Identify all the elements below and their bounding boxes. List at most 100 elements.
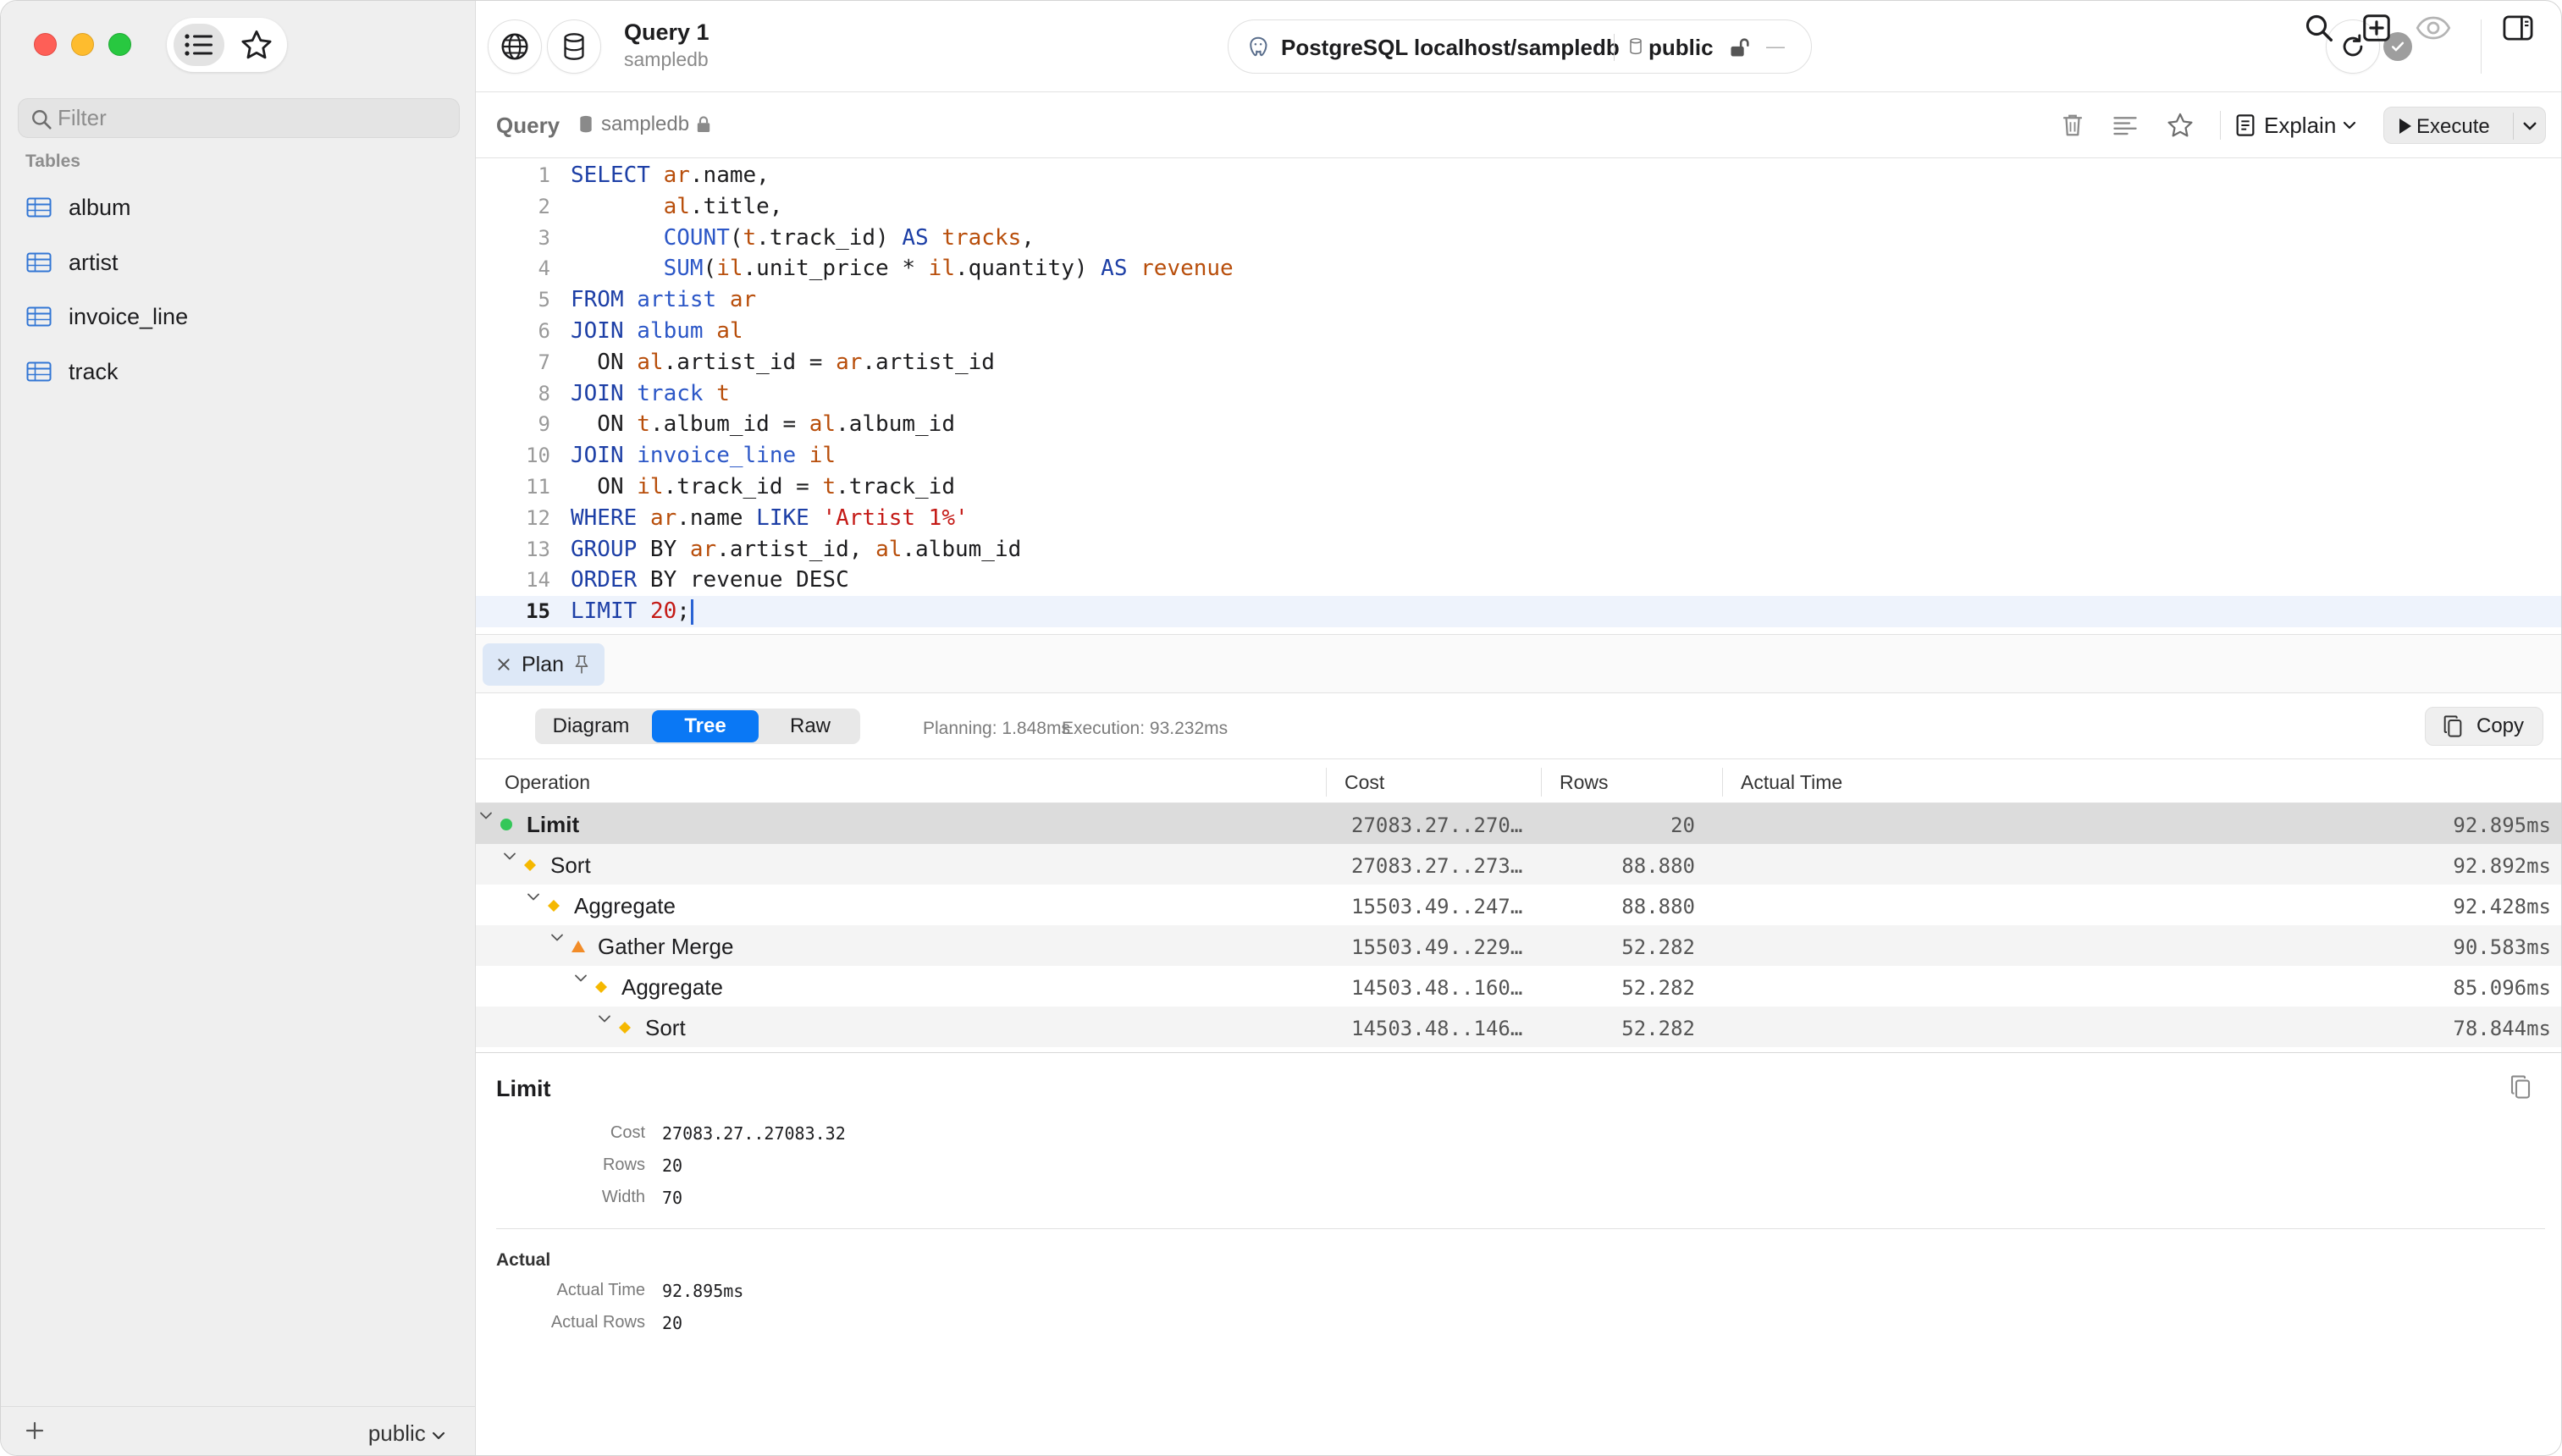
search-button[interactable]: [2294, 1, 2344, 55]
sql-editor[interactable]: 1 SELECT ar.name, 2 al.title, 3 COUNT(t.tra…: [476, 158, 2561, 634]
chevron-down-icon[interactable]: [479, 810, 493, 822]
connections-button[interactable]: [488, 19, 542, 74]
add-button[interactable]: [25, 1419, 45, 1444]
clear-button[interactable]: [2056, 109, 2090, 141]
rows-value: 88.880: [1621, 854, 1695, 878]
format-lines-icon: [2113, 117, 2137, 135]
list-view-button[interactable]: [174, 24, 224, 66]
property-value: 20: [662, 1313, 683, 1333]
connection-pill[interactable]: PostgreSQL localhost/sampledb public —: [1228, 19, 1812, 74]
warning-triangle-icon: [571, 940, 585, 952]
code-line[interactable]: 11 ON il.track_id = t.track_id: [476, 472, 2561, 503]
view-option-raw[interactable]: Raw: [762, 710, 859, 742]
column-separator[interactable]: [1541, 768, 1542, 797]
code-line[interactable]: 7 ON al.artist_id = ar.artist_id: [476, 347, 2561, 378]
preview-button[interactable]: [2409, 1, 2458, 55]
text-cursor: [690, 598, 693, 625]
zoom-window-button[interactable]: [108, 33, 131, 56]
divider: [496, 1228, 2545, 1229]
code-line[interactable]: 10 JOIN invoice_line il: [476, 440, 2561, 472]
column-separator[interactable]: [1722, 768, 1723, 797]
close-window-button[interactable]: [34, 33, 57, 56]
view-option-tree[interactable]: Tree: [652, 710, 759, 742]
line-number: 4: [538, 256, 550, 281]
search-icon: [32, 110, 52, 130]
code-line[interactable]: 15 LIMIT 20;: [476, 596, 2561, 628]
copy-plan-button[interactable]: Copy: [2425, 707, 2543, 746]
table-item-invoice-line[interactable]: invoice_line: [26, 295, 450, 338]
code-token: t: [637, 411, 650, 438]
code-line[interactable]: 1 SELECT ar.name,: [476, 160, 2561, 191]
chevron-down-icon[interactable]: [550, 932, 564, 944]
chevron-down-icon[interactable]: [598, 1013, 611, 1025]
copy-detail-button[interactable]: [2510, 1074, 2532, 1104]
view-option-diagram[interactable]: Diagram: [537, 710, 645, 742]
favorite-query-button[interactable]: [2163, 109, 2197, 141]
column-header-rows[interactable]: Rows: [1560, 771, 1609, 794]
line-number: 1: [538, 163, 550, 187]
toggle-inspector-button[interactable]: [2493, 1, 2543, 55]
format-button[interactable]: [2108, 109, 2142, 141]
favorites-button[interactable]: [233, 24, 280, 66]
plus-square-icon: [2363, 14, 2390, 41]
plan-row[interactable]: Sort 14503.48..146… 52.282 78.844ms: [476, 1007, 2561, 1047]
chevron-down-icon[interactable]: [2521, 116, 2538, 136]
code-token: artist: [637, 287, 717, 313]
code-token: JOIN: [571, 318, 624, 344]
code-line[interactable]: 4 SUM(il.unit_price * il.quantity) AS re…: [476, 253, 2561, 284]
table-item-track[interactable]: track: [26, 350, 450, 393]
code-line[interactable]: 13 GROUP BY ar.artist_id, al.album_id: [476, 534, 2561, 565]
plan-row[interactable]: Gather Merge 15503.49..229… 52.282 90.583ms: [476, 925, 2561, 966]
document-icon: [2236, 114, 2255, 136]
code-line[interactable]: 8 JOIN track t: [476, 378, 2561, 410]
chevron-down-icon: [432, 1431, 445, 1440]
app-window: Tables albumartistinvoice_linetrack publ…: [0, 0, 2562, 1456]
tab-plan[interactable]: Plan: [483, 643, 605, 686]
code-text: JOIN album al: [571, 316, 743, 347]
line-number: 9: [538, 412, 550, 437]
code-token: 'Artist 1%': [822, 505, 969, 531]
table-item-artist[interactable]: artist: [26, 241, 450, 284]
rows-value: 20: [1670, 813, 1695, 837]
code-token: t: [822, 474, 837, 499]
code-line[interactable]: 5 FROM artist ar: [476, 284, 2561, 316]
database-button[interactable]: [547, 19, 601, 74]
pin-icon[interactable]: [574, 654, 589, 675]
new-tab-button[interactable]: [2352, 1, 2401, 55]
code-line[interactable]: 2 al.title,: [476, 191, 2561, 223]
schema-selector[interactable]: public: [368, 1420, 445, 1447]
chevron-down-icon[interactable]: [503, 851, 516, 863]
table-item-album[interactable]: album: [26, 186, 450, 229]
explain-button[interactable]: Explain: [2235, 108, 2356, 143]
table-item-label: artist: [69, 249, 119, 275]
code-line[interactable]: 12 WHERE ar.name LIKE 'Artist 1%': [476, 503, 2561, 534]
chevron-down-icon[interactable]: [527, 891, 540, 903]
chevron-down-icon[interactable]: [574, 973, 588, 984]
header-divider: [2220, 111, 2221, 140]
code-line[interactable]: 6 JOIN album al: [476, 316, 2561, 347]
close-icon[interactable]: [496, 657, 511, 672]
column-separator[interactable]: [1326, 768, 1327, 797]
plan-row[interactable]: Sort 27083.27..273… 88.880 92.892ms: [476, 844, 2561, 885]
plan-row[interactable]: Aggregate 14503.48..160… 52.282 85.096ms: [476, 966, 2561, 1007]
column-header-actual-time[interactable]: Actual Time: [1741, 771, 1842, 794]
code-line[interactable]: 9 ON t.album_id = al.album_id: [476, 409, 2561, 440]
plus-icon: [25, 1421, 44, 1440]
column-header-cost[interactable]: Cost: [1344, 771, 1384, 794]
minimize-window-button[interactable]: [71, 33, 94, 56]
code-line[interactable]: 14 ORDER BY revenue DESC: [476, 565, 2561, 596]
filter-input[interactable]: [58, 99, 447, 137]
filter-field: [18, 98, 460, 138]
column-header-operation[interactable]: Operation: [505, 771, 590, 794]
code-line[interactable]: 3 COUNT(t.track_id) AS tracks,: [476, 223, 2561, 254]
execute-button[interactable]: Execute: [2383, 107, 2546, 144]
code-text: ON t.album_id = al.album_id: [571, 409, 955, 440]
code-token: .name,: [689, 163, 770, 188]
plan-row[interactable]: Limit 27083.27..270… 20 92.895ms: [476, 803, 2561, 844]
code-token: .album_id: [902, 536, 1022, 562]
plan-row[interactable]: Aggregate 15503.49..247… 88.880 92.428ms: [476, 885, 2561, 925]
